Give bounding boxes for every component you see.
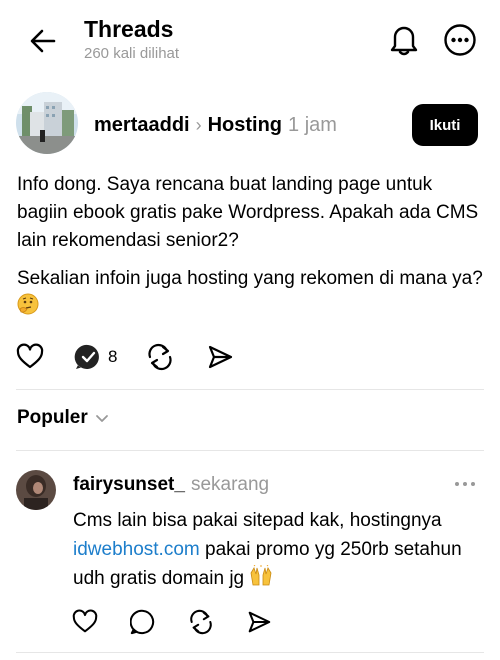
more-circle-icon (444, 24, 476, 56)
follow-button[interactable]: Ikuti (412, 104, 478, 146)
post-header: mertaaddi › Hosting 1 jam Ikuti (0, 92, 500, 158)
send-icon (208, 345, 233, 369)
post-paragraph: Info dong. Saya rencana buat landing pag… (17, 174, 479, 251)
arrow-left-icon (30, 29, 56, 53)
post-actions: 8 (16, 340, 316, 374)
replied-bubble-icon (74, 344, 99, 369)
avatar[interactable] (16, 470, 56, 510)
reply-button[interactable]: 8 (74, 340, 117, 374)
repost-button[interactable] (146, 340, 174, 374)
thinking-face-emoji (17, 293, 39, 324)
reply-actions (72, 605, 312, 637)
more-options-button[interactable] (442, 22, 478, 58)
divider (16, 652, 484, 653)
post-text: Info dong. Saya rencana buat landing pag… (17, 171, 487, 334)
bell-icon (390, 26, 418, 56)
reply-text: Cms lain bisa pakai sitepad kak, hosting… (73, 506, 488, 596)
reply-username[interactable]: fairysunset_ (73, 474, 185, 495)
comment-icon (130, 609, 155, 635)
top-bar: Threads 260 kali dilihat (0, 0, 500, 80)
reply-more-button[interactable] (450, 472, 480, 496)
more-horizontal-icon (455, 482, 475, 486)
reply-link[interactable]: idwebhost.com (73, 539, 200, 560)
notifications-button[interactable] (386, 22, 422, 58)
post-time: 1 jam (288, 114, 337, 136)
heart-icon (16, 343, 44, 369)
send-icon (248, 611, 271, 633)
chevron-right-icon: › (195, 115, 202, 135)
divider (16, 450, 484, 451)
avatar[interactable] (16, 92, 78, 154)
repost-button[interactable] (188, 605, 214, 639)
repost-icon (148, 343, 172, 371)
heart-icon (72, 609, 98, 633)
like-button[interactable] (72, 605, 98, 639)
reply-button[interactable] (130, 605, 156, 639)
reply-count: 8 (108, 347, 118, 366)
share-button[interactable] (206, 340, 234, 374)
page-title: Threads (84, 16, 174, 42)
back-button[interactable] (26, 24, 60, 58)
topic-tag[interactable]: Hosting (208, 114, 282, 136)
repost-icon (190, 609, 212, 635)
view-count: 260 kali dilihat (84, 45, 180, 62)
chevron-down-icon (95, 415, 108, 422)
like-button[interactable] (16, 340, 44, 374)
raising-hands-emoji (249, 564, 273, 596)
reply-time: sekarang (190, 474, 270, 495)
divider (16, 389, 484, 390)
reply-meta: fairysunset_ sekarang (73, 474, 269, 496)
post-meta: mertaaddi › Hosting 1 jam (94, 114, 337, 137)
post-paragraph: Sekalian infoin juga hosting yang rekome… (17, 265, 487, 324)
sort-label: Populer (17, 407, 88, 428)
post-username[interactable]: mertaaddi (94, 114, 190, 136)
share-button[interactable] (246, 605, 272, 639)
sort-dropdown[interactable]: Populer (17, 407, 110, 429)
